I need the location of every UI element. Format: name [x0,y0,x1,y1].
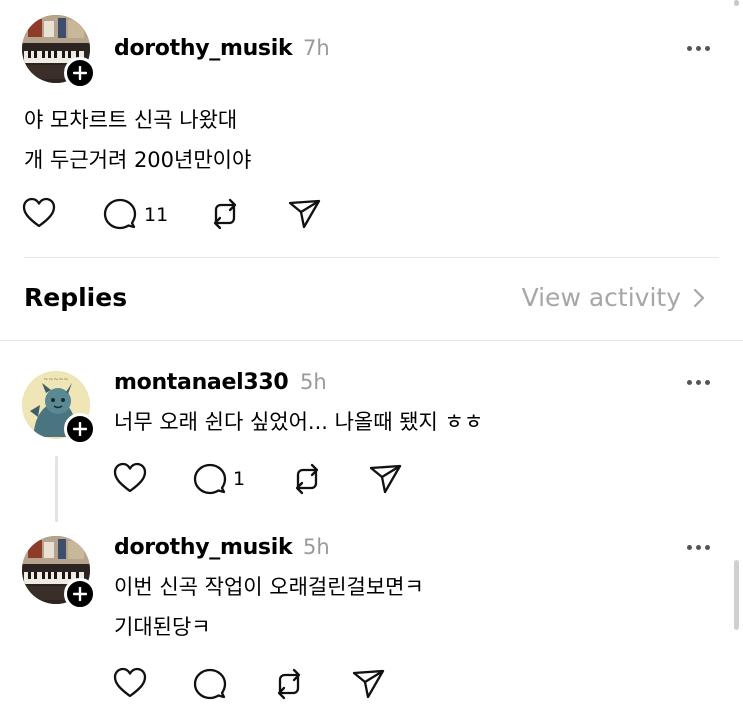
share-button[interactable] [288,198,322,230]
share-button[interactable] [369,463,403,495]
repost-icon [295,463,319,495]
reply-text: 이번 신곡 작업이 오래걸린걸보면ㅋ 기대된당ㅋ [114,567,424,647]
repost-icon [213,198,237,230]
comment-icon [103,198,137,230]
comment-button[interactable] [103,198,137,230]
comment-button[interactable] [193,668,227,700]
reply-text-line: 이번 신곡 작업이 오래걸린걸보면ㅋ [114,575,424,599]
send-icon [369,464,402,494]
post-text-line: 개 두근거려 200년만이야 [24,148,252,172]
reply-username[interactable]: montanael330 [114,370,289,395]
follow-plus-icon[interactable] [64,413,96,445]
reply-text-line: 기대된당ㅋ [114,615,211,639]
more-icon[interactable] [687,545,710,550]
heart-icon [113,462,147,493]
thread-line [55,456,58,522]
reply-time: 5h [303,535,330,559]
view-activity-link[interactable]: View activity [522,283,705,312]
like-button[interactable] [22,197,56,229]
repost-button[interactable] [290,462,324,496]
follow-plus-icon[interactable] [64,57,96,89]
like-button[interactable] [113,667,147,699]
comment-count: 11 [144,204,169,226]
replies-title: Replies [24,283,128,312]
avatar-dorothy-musik[interactable] [22,15,96,89]
post-text-line: 야 모차르트 신곡 나왔대 [24,108,238,132]
post-text: 야 모차르트 신곡 나왔대 개 두근거려 200년만이야 [24,100,251,180]
share-button[interactable] [352,668,386,700]
repost-icon [277,668,301,700]
reply-text-line: 너무 오래 쉰다 싶었어... 나올때 됐지 ㅎㅎ [114,410,484,434]
scrollbar-thumb[interactable] [734,560,739,630]
repost-button[interactable] [208,197,242,231]
post-username[interactable]: dorothy_musik [114,36,293,61]
view-activity-label: View activity [521,283,681,312]
post-time: 7h [303,36,330,60]
post-divider [24,257,719,258]
reply-username[interactable]: dorothy_musik [114,535,293,560]
more-icon[interactable] [687,380,710,385]
avatar-dorothy-musik[interactable] [22,536,96,610]
comment-icon [193,463,227,495]
send-icon [352,669,385,699]
avatar-montanael330[interactable]: ~~~~~ [22,371,96,445]
svg-text:~~~~~: ~~~~~ [43,376,68,383]
follow-plus-icon[interactable] [64,578,96,610]
heart-icon [22,197,56,228]
comment-count: 1 [233,468,246,490]
more-icon[interactable] [687,46,710,51]
heart-icon [113,667,147,698]
reply-text: 너무 오래 쉰다 싶었어... 나올때 됐지 ㅎㅎ [114,402,483,442]
comment-icon [193,668,227,700]
replies-divider [0,340,743,341]
chevron-right-icon [693,288,705,307]
scrollbar[interactable] [734,0,739,6]
send-icon [288,199,321,229]
like-button[interactable] [113,462,147,494]
repost-button[interactable] [272,667,306,701]
comment-button[interactable] [193,463,227,495]
reply-time: 5h [300,370,327,394]
